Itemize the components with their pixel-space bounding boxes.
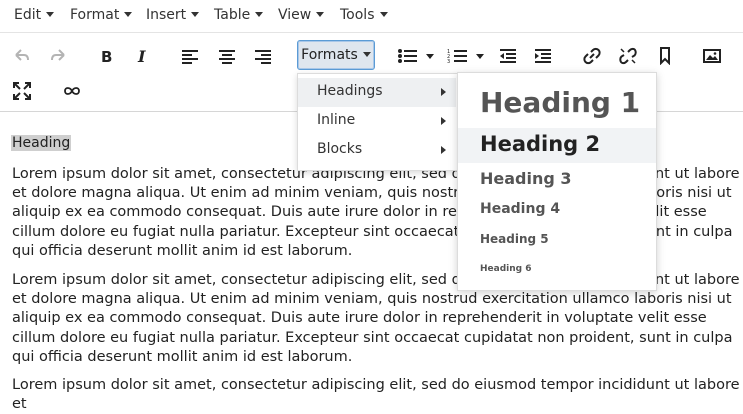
chevron-down-icon <box>255 11 264 17</box>
svg-text:I: I <box>137 48 146 64</box>
menu-view[interactable]: View <box>278 7 325 23</box>
formats-item-label: Blocks <box>317 141 363 157</box>
align-center-icon <box>219 50 235 64</box>
selected-heading-text[interactable]: Heading <box>11 135 72 151</box>
bold-button[interactable]: B <box>92 43 120 69</box>
headings-submenu: Heading 1 Heading 2 Heading 3 Heading 4 … <box>457 72 657 291</box>
heading-2-label: Heading 2 <box>480 132 601 156</box>
visual-chars-button[interactable] <box>58 78 86 104</box>
menu-format[interactable]: Format <box>70 7 133 23</box>
chevron-down-icon <box>191 11 200 17</box>
submenu-heading-5[interactable]: Heading 5 <box>458 226 656 253</box>
numbered-list-icon: 123 <box>447 49 484 64</box>
formats-button-label: Formats <box>301 47 358 63</box>
menu-tools-label: Tools <box>340 7 375 23</box>
infinity-icon <box>64 87 80 95</box>
chevron-down-icon <box>362 51 371 57</box>
formats-item-inline[interactable]: Inline <box>298 107 456 136</box>
heading-1-label: Heading 1 <box>480 86 641 119</box>
insert-link-button[interactable] <box>578 43 606 69</box>
align-right-button[interactable] <box>249 43 277 69</box>
submenu-heading-2[interactable]: Heading 2 <box>458 128 656 163</box>
image-icon <box>703 49 721 63</box>
numbered-list-button[interactable]: 123 <box>444 43 488 69</box>
formats-button[interactable]: Formats <box>297 40 375 70</box>
undo-icon <box>15 49 29 61</box>
menu-edit-label: Edit <box>14 7 42 23</box>
bullet-list-button[interactable] <box>394 43 438 69</box>
fullscreen-icon <box>13 82 31 100</box>
menu-format-label: Format <box>70 7 120 23</box>
heading-6-label: Heading 6 <box>480 264 532 274</box>
chevron-right-icon <box>441 117 446 125</box>
submenu-heading-3[interactable]: Heading 3 <box>458 164 656 194</box>
align-right-icon <box>255 50 271 64</box>
bullet-list-icon <box>398 49 434 63</box>
menu-view-label: View <box>278 7 312 23</box>
menu-table-label: Table <box>214 7 251 23</box>
redo-icon <box>51 49 65 61</box>
menu-table[interactable]: Table <box>214 7 264 23</box>
menu-insert[interactable]: Insert <box>146 7 200 23</box>
italic-button[interactable]: I <box>128 43 156 69</box>
menu-tools[interactable]: Tools <box>340 7 388 23</box>
indent-button[interactable] <box>529 43 557 69</box>
menu-bar: Edit Format Insert Table View Tools <box>0 0 743 33</box>
redo-button[interactable] <box>44 43 72 69</box>
unlink-icon <box>619 47 637 65</box>
chevron-down-icon <box>46 11 55 17</box>
heading-3-label: Heading 3 <box>480 169 572 188</box>
heading-5-label: Heading 5 <box>480 232 549 246</box>
submenu-heading-1[interactable]: Heading 1 <box>458 77 656 128</box>
bookmark-icon <box>660 47 670 65</box>
bold-icon: B <box>101 48 112 64</box>
align-left-button[interactable] <box>176 43 204 69</box>
remove-link-button[interactable] <box>614 43 642 69</box>
insert-image-button[interactable] <box>698 43 726 69</box>
menu-insert-label: Insert <box>146 7 187 23</box>
formats-item-label: Inline <box>317 112 356 128</box>
menu-edit[interactable]: Edit <box>14 7 55 23</box>
heading-4-label: Heading 4 <box>480 201 561 217</box>
bookmark-button[interactable] <box>651 43 679 69</box>
paragraph[interactable]: Lorem ipsum dolor sit amet, consectetur … <box>12 376 743 414</box>
svg-text:3: 3 <box>447 59 450 64</box>
outdent-icon <box>500 49 516 63</box>
formats-item-label: Headings <box>317 83 383 99</box>
fullscreen-button[interactable] <box>8 78 36 104</box>
italic-icon: I <box>137 48 146 64</box>
svg-text:B: B <box>101 48 112 64</box>
formats-dropdown: Headings Inline Blocks <box>297 73 459 171</box>
align-center-button[interactable] <box>213 43 241 69</box>
chevron-right-icon <box>441 88 446 96</box>
formats-item-blocks[interactable]: Blocks <box>298 136 456 165</box>
submenu-heading-6[interactable]: Heading 6 <box>458 257 656 284</box>
chevron-down-icon <box>316 11 325 17</box>
indent-icon <box>535 49 551 63</box>
chevron-down-icon <box>379 11 388 17</box>
chevron-right-icon <box>441 146 446 154</box>
outdent-button[interactable] <box>494 43 522 69</box>
link-icon <box>583 47 601 65</box>
undo-button[interactable] <box>8 43 36 69</box>
chevron-down-icon <box>124 11 133 17</box>
align-left-icon <box>182 50 198 64</box>
submenu-heading-4[interactable]: Heading 4 <box>458 196 656 224</box>
formats-item-headings[interactable]: Headings <box>298 78 456 107</box>
